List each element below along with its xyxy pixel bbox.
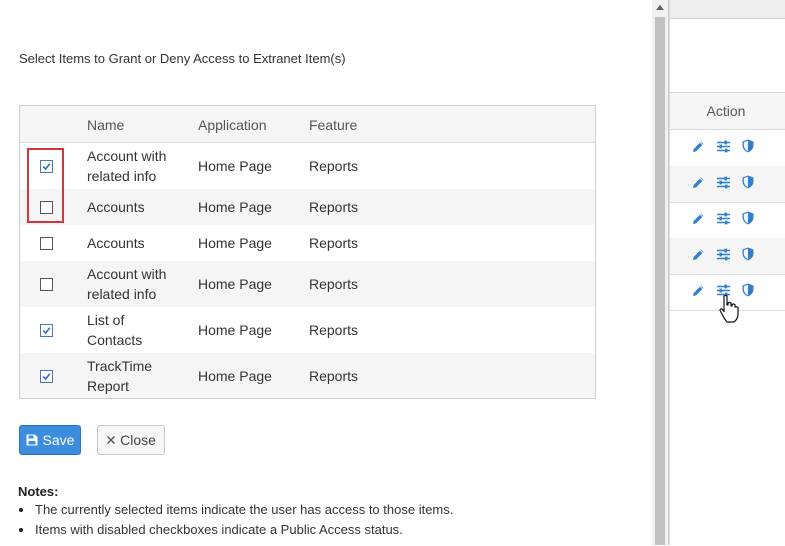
cell-name: Account with related info bbox=[87, 266, 167, 302]
scroll-up-arrow-icon[interactable] bbox=[656, 5, 664, 10]
modal-scrollbar[interactable] bbox=[652, 0, 668, 545]
row-checkbox[interactable] bbox=[40, 370, 53, 383]
shield-icon[interactable] bbox=[742, 175, 754, 189]
cell-application: Home Page bbox=[198, 276, 272, 292]
cell-feature: Reports bbox=[309, 368, 359, 384]
action-column-header: Action bbox=[670, 93, 785, 130]
sliders-icon[interactable] bbox=[716, 176, 731, 189]
background-table-row bbox=[670, 238, 785, 275]
sliders-icon[interactable] bbox=[716, 248, 731, 261]
column-header-application[interactable]: Application bbox=[198, 117, 267, 133]
background-table-row bbox=[670, 202, 785, 239]
cell-application: Home Page bbox=[198, 235, 272, 251]
cell-name: List of Contacts bbox=[87, 312, 143, 348]
table-row: List of Contacts Home Page Reports bbox=[20, 307, 595, 353]
annotation-highlight-box bbox=[27, 148, 64, 223]
sliders-icon[interactable] bbox=[716, 212, 731, 225]
row-checkbox[interactable] bbox=[40, 237, 53, 250]
shield-icon[interactable] bbox=[742, 139, 754, 153]
cell-name: Accounts bbox=[87, 199, 145, 215]
column-header-name[interactable]: Name bbox=[87, 117, 124, 133]
cell-application: Home Page bbox=[198, 322, 272, 338]
cell-name: Accounts bbox=[87, 235, 145, 251]
cell-feature: Reports bbox=[309, 322, 359, 338]
close-label: Close bbox=[120, 432, 156, 448]
save-button[interactable]: Save bbox=[19, 425, 81, 455]
action-header-label: Action bbox=[706, 103, 746, 119]
note-item: The currently selected items indicate th… bbox=[19, 502, 453, 517]
hand-cursor-icon bbox=[719, 294, 739, 323]
row-checkbox[interactable] bbox=[40, 324, 53, 337]
background-action-panel: Action bbox=[669, 0, 785, 545]
table-row: TrackTime Report Home Page Reports bbox=[20, 353, 595, 398]
table-row: Accounts Home Page Reports bbox=[20, 189, 595, 225]
background-table-row bbox=[670, 130, 785, 167]
floppy-disk-icon bbox=[26, 434, 38, 446]
pencil-icon[interactable] bbox=[692, 248, 705, 261]
cell-name: Account with related info bbox=[87, 148, 167, 184]
access-modal: Select Items to Grant or Deny Access to … bbox=[0, 0, 669, 545]
scrollbar-thumb[interactable] bbox=[655, 17, 665, 545]
pencil-icon[interactable] bbox=[692, 284, 705, 297]
background-topbar bbox=[670, 0, 785, 19]
cell-application: Home Page bbox=[198, 158, 272, 174]
close-icon bbox=[107, 436, 116, 444]
pencil-icon[interactable] bbox=[692, 212, 705, 225]
pencil-icon[interactable] bbox=[692, 140, 705, 153]
shield-icon[interactable] bbox=[742, 283, 754, 297]
background-table-row bbox=[670, 166, 785, 203]
table-row: Account with related info Home Page Reports bbox=[20, 261, 595, 307]
notes-title: Notes: bbox=[18, 484, 59, 499]
column-header-feature[interactable]: Feature bbox=[309, 117, 357, 133]
cell-feature: Reports bbox=[309, 199, 359, 215]
cell-application: Home Page bbox=[198, 368, 272, 384]
note-item: Items with disabled checkboxes indicate … bbox=[19, 522, 403, 537]
table-row: Account with related info Home Page Reports bbox=[20, 142, 595, 189]
pencil-icon[interactable] bbox=[692, 176, 705, 189]
modal-instruction: Select Items to Grant or Deny Access to … bbox=[19, 51, 346, 66]
cell-feature: Reports bbox=[309, 158, 359, 174]
items-grid: Name Application Feature Account with rel… bbox=[19, 105, 596, 399]
cell-feature: Reports bbox=[309, 235, 359, 251]
close-button[interactable]: Close bbox=[97, 425, 165, 455]
table-row: Accounts Home Page Reports bbox=[20, 225, 595, 261]
sliders-icon[interactable] bbox=[716, 140, 731, 153]
shield-icon[interactable] bbox=[742, 247, 754, 261]
save-label: Save bbox=[42, 432, 75, 448]
row-checkbox[interactable] bbox=[40, 278, 53, 291]
grid-header: Name Application Feature bbox=[20, 106, 595, 143]
cell-application: Home Page bbox=[198, 199, 272, 215]
cell-name: TrackTime Report bbox=[87, 358, 153, 394]
cell-feature: Reports bbox=[309, 276, 359, 292]
shield-icon[interactable] bbox=[742, 211, 754, 225]
